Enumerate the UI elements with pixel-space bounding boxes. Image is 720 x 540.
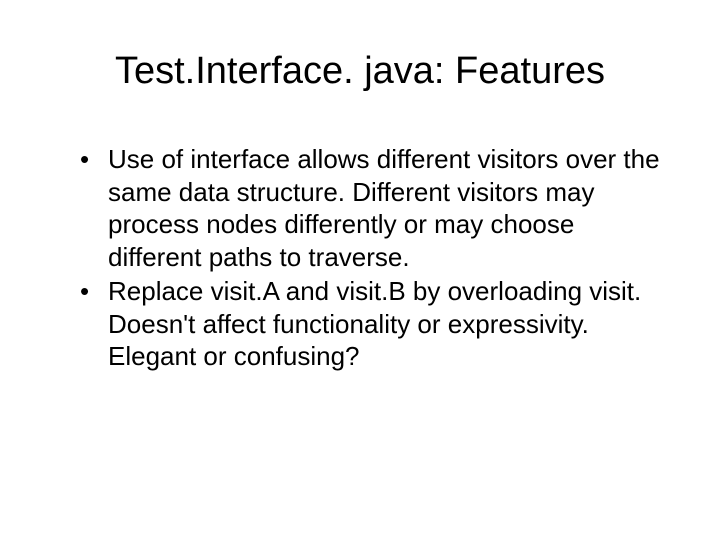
list-item: Replace visit.A and visit.B by overloadi… <box>80 275 670 373</box>
bullet-list: Use of interface allows different visito… <box>50 143 670 373</box>
slide-title: Test.Interface. java: Features <box>50 50 670 93</box>
list-item: Use of interface allows different visito… <box>80 143 670 273</box>
